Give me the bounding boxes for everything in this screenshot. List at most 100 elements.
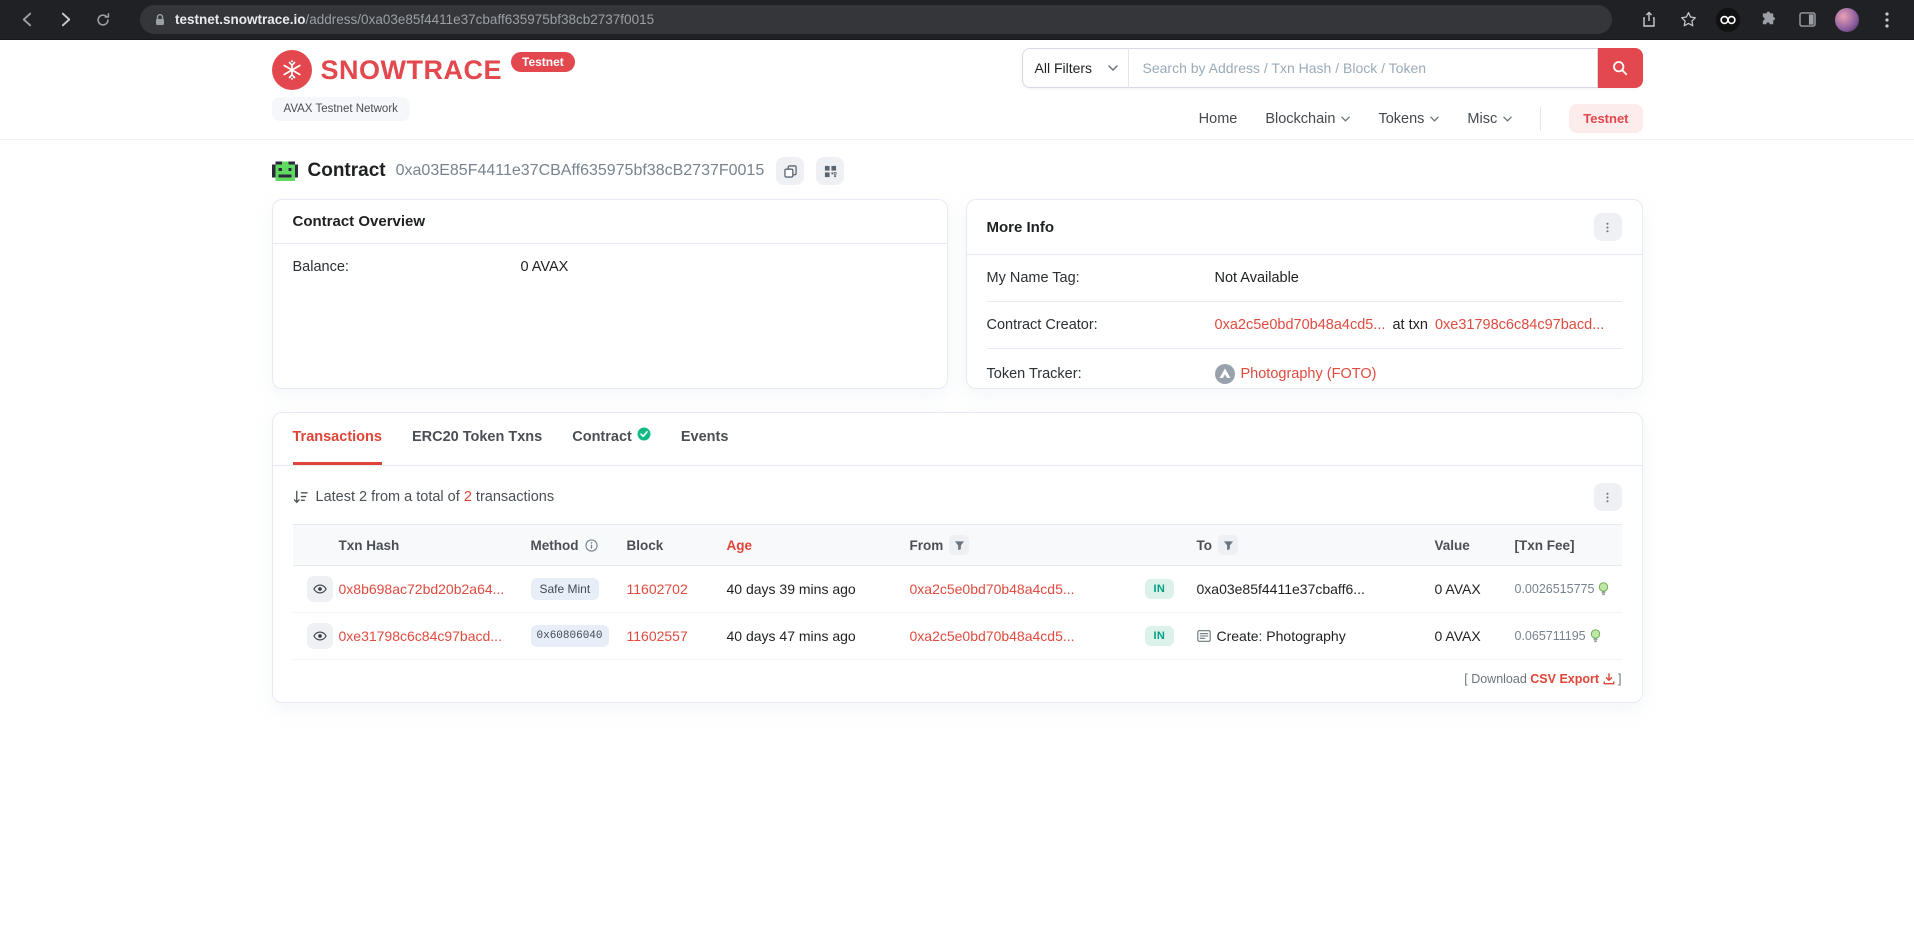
logo-wordmark[interactable]: SNOWTRACE	[321, 55, 503, 86]
info-circle-icon[interactable]	[585, 539, 598, 552]
overview-cards: Contract Overview Balance: 0 AVAX More I…	[272, 199, 1643, 389]
eye-icon	[313, 584, 327, 594]
from-address-link[interactable]: 0xa2c5e0bd70b48a4cd5...	[910, 628, 1075, 644]
main-content: Contract 0xa03E85F4411e37CBAff635975bf38…	[272, 157, 1643, 703]
chevron-down-icon	[1341, 116, 1350, 122]
tab-transactions[interactable]: Transactions	[293, 413, 382, 465]
copy-address-button[interactable]	[776, 157, 804, 185]
address-bar[interactable]: testnet.snowtrace.io/address/0xa03e85f44…	[140, 5, 1612, 34]
column-header-to: To	[1197, 535, 1435, 555]
browser-actions	[1638, 8, 1898, 32]
token-tracker-link[interactable]: Photography (FOTO)	[1241, 366, 1377, 382]
share-icon[interactable]	[1638, 9, 1660, 31]
view-details-button[interactable]	[307, 576, 333, 602]
from-address-link[interactable]: 0xa2c5e0bd70b48a4cd5...	[910, 581, 1075, 597]
profile-avatar[interactable]	[1835, 8, 1859, 32]
lightbulb-icon	[1590, 629, 1601, 643]
bookmark-star-icon[interactable]	[1677, 9, 1699, 31]
nav-item-tokens[interactable]: Tokens	[1378, 111, 1439, 127]
block-link[interactable]: 11602557	[627, 628, 688, 644]
nav-item-misc[interactable]: Misc	[1467, 111, 1512, 127]
copy-icon	[784, 165, 797, 178]
block-link[interactable]: 11602702	[627, 581, 688, 597]
contract-creator-row: Contract Creator: 0xa2c5e0bd70b48a4cd5..…	[987, 301, 1622, 348]
from-filter-button[interactable]	[949, 535, 969, 555]
chevron-down-icon	[1503, 116, 1512, 122]
browser-menu-icon[interactable]	[1876, 9, 1898, 31]
logo-block: SNOWTRACE Testnet AVAX Testnet Network	[272, 50, 575, 121]
table-row: 0x8b698ac72bd20b2a64... Safe Mint 116027…	[293, 566, 1622, 613]
transactions-summary-row: Latest 2 from a total of 2 transactions	[293, 483, 1622, 511]
transactions-summary-text: Latest 2 from a total of 2 transactions	[316, 489, 555, 505]
vertical-dots-icon	[1606, 221, 1609, 234]
search-button[interactable]	[1598, 48, 1643, 88]
site-header: SNOWTRACE Testnet AVAX Testnet Network A…	[0, 40, 1914, 140]
search-bar: All Filters	[1022, 48, 1643, 88]
txn-hash-link[interactable]: 0xe31798c6c84c97bacd...	[339, 628, 502, 644]
direction-badge: IN	[1145, 626, 1175, 646]
transactions-panel: Transactions ERC20 Token Txns Contract E…	[272, 412, 1643, 703]
vertical-dots-icon	[1606, 491, 1609, 504]
creator-txn-link[interactable]: 0xe31798c6c84c97bacd...	[1435, 317, 1604, 333]
value-cell: 0 AVAX	[1435, 628, 1515, 644]
contract-address: 0xa03E85F4411e37CBAff635975bf38cB2737F00…	[396, 162, 765, 180]
qr-code-button[interactable]	[816, 157, 844, 185]
token-tracker-label: Token Tracker:	[987, 366, 1215, 382]
lock-icon	[154, 13, 166, 27]
txn-fee-value: 0.0026515775	[1515, 582, 1595, 596]
nav-item-home[interactable]: Home	[1199, 111, 1238, 127]
tab-erc20-token-txns[interactable]: ERC20 Token Txns	[412, 413, 542, 465]
search-filters-select[interactable]: All Filters	[1022, 48, 1128, 88]
page-title-row: Contract 0xa03E85F4411e37CBAff635975bf38…	[272, 157, 1643, 185]
column-header-method: Method	[531, 538, 627, 553]
age-value: 40 days 39 mins ago	[727, 581, 910, 597]
network-label: AVAX Testnet Network	[272, 97, 410, 121]
page: testnet.snowtrace.io/address/0xa03e85f44…	[0, 0, 1914, 941]
funnel-icon	[1223, 540, 1234, 551]
value-cell: 0 AVAX	[1435, 581, 1515, 597]
column-header-txn-hash: Txn Hash	[339, 538, 531, 553]
table-header-row: Txn Hash Method Block Age From	[293, 524, 1622, 566]
creator-at-txn-text: at txn	[1392, 317, 1427, 333]
transactions-table: Txn Hash Method Block Age From	[293, 524, 1622, 660]
view-details-button[interactable]	[307, 623, 333, 649]
txn-hash-link[interactable]: 0x8b698ac72bd20b2a64...	[339, 581, 505, 597]
side-panel-icon[interactable]	[1796, 9, 1818, 31]
extensions-puzzle-icon[interactable]	[1757, 9, 1779, 31]
contract-page-icon	[1197, 630, 1211, 642]
transactions-menu-button[interactable]	[1594, 483, 1622, 511]
download-icon	[1603, 673, 1615, 685]
more-info-card: More Info My Name Tag: Not Available Con…	[966, 199, 1643, 389]
forward-icon[interactable]	[54, 9, 76, 31]
extension-owl-icon[interactable]	[1716, 8, 1740, 32]
filters-selected-value: All Filters	[1035, 60, 1093, 76]
name-tag-label: My Name Tag:	[987, 270, 1215, 286]
csv-export-link[interactable]: CSV Export	[1530, 672, 1599, 686]
column-header-from: From	[910, 535, 1145, 555]
nav-testnet-button[interactable]: Testnet	[1569, 104, 1642, 133]
nav-item-blockchain[interactable]: Blockchain	[1265, 111, 1350, 127]
transaction-count: 2	[464, 489, 472, 505]
reload-icon[interactable]	[92, 9, 114, 31]
chevron-down-icon	[1430, 116, 1439, 122]
back-icon[interactable]	[16, 9, 38, 31]
lightbulb-icon	[1598, 582, 1609, 596]
tab-contract[interactable]: Contract	[572, 413, 651, 465]
more-info-menu-button[interactable]	[1594, 213, 1622, 241]
balance-row: Balance: 0 AVAX	[293, 244, 927, 290]
token-tracker-row: Token Tracker: Photography (FOTO)	[987, 348, 1622, 399]
contract-creator-label: Contract Creator:	[987, 317, 1215, 333]
tab-events[interactable]: Events	[681, 413, 729, 465]
search-input[interactable]	[1128, 48, 1598, 88]
table-row: 0xe31798c6c84c97bacd... 0x60806040 11602…	[293, 613, 1622, 660]
method-badge: Safe Mint	[531, 578, 600, 600]
page-title: Contract	[308, 160, 386, 182]
to-filter-button[interactable]	[1218, 535, 1238, 555]
snowtrace-logo-icon[interactable]	[272, 50, 312, 90]
overview-card-title: Contract Overview	[293, 213, 426, 230]
magnifier-icon	[1612, 60, 1628, 76]
column-header-age[interactable]: Age	[727, 538, 910, 553]
chevron-down-icon	[1108, 65, 1118, 71]
name-tag-value: Not Available	[1215, 270, 1299, 286]
creator-address-link[interactable]: 0xa2c5e0bd70b48a4cd5...	[1215, 317, 1386, 333]
